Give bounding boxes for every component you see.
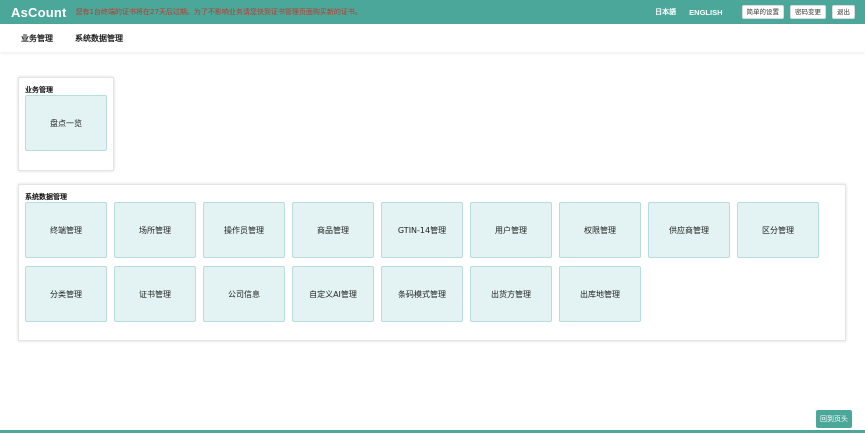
system-data-panel-title: 系统数据管理 xyxy=(25,193,67,201)
tile-company-info[interactable]: 公司信息 xyxy=(203,266,285,322)
top-bar: AsCount 您有1台终端的证书将在27天后过期。为了不影响业务请您快到证书管… xyxy=(0,0,865,24)
simple-settings-button[interactable]: 简单的设置 xyxy=(741,5,784,19)
business-panel-title: 业务管理 xyxy=(25,86,53,94)
back-to-top-button[interactable]: 回到页头 xyxy=(816,410,852,428)
tile-label: 用户管理 xyxy=(495,225,527,235)
tile-user-management[interactable]: 用户管理 xyxy=(470,202,552,258)
tile-permission-management[interactable]: 权限管理 xyxy=(559,202,641,258)
tile-label: 条码模式管理 xyxy=(398,289,446,299)
tile-barcode-pattern-management[interactable]: 条码模式管理 xyxy=(381,266,463,322)
logout-button[interactable]: 退出 xyxy=(832,5,855,19)
business-panel: 业务管理 盘点一览 xyxy=(18,77,114,171)
system-data-panel: 系统数据管理 终端管理 场所管理 操作员管理 商品管理 GTIN-14管理 用户… xyxy=(18,184,846,341)
tile-division-management[interactable]: 区分管理 xyxy=(737,202,819,258)
tile-label: 供应商管理 xyxy=(669,225,709,235)
tile-location-management[interactable]: 场所管理 xyxy=(114,202,196,258)
tile-label: 自定义AI管理 xyxy=(309,289,357,299)
tile-shipping-destination-management[interactable]: 出库地管理 xyxy=(559,266,641,322)
tile-category-management[interactable]: 分类管理 xyxy=(25,266,107,322)
language-english-link[interactable]: ENGLISH xyxy=(689,8,722,17)
tile-label: 终端管理 xyxy=(50,225,82,235)
tile-gtin14-management[interactable]: GTIN-14管理 xyxy=(381,202,463,258)
nav-item-system-data[interactable]: 系统数据管理 xyxy=(75,33,123,44)
tile-label: 场所管理 xyxy=(139,225,171,235)
app-logo[interactable]: AsCount xyxy=(11,5,67,20)
tile-custom-ai-management[interactable]: 自定义AI管理 xyxy=(292,266,374,322)
tile-label: 出库地管理 xyxy=(580,289,620,299)
tile-shipper-management[interactable]: 出货方管理 xyxy=(470,266,552,322)
tile-certificate-management[interactable]: 证书管理 xyxy=(114,266,196,322)
tile-label: 盘点一览 xyxy=(50,118,82,128)
tile-operator-management[interactable]: 操作员管理 xyxy=(203,202,285,258)
tile-label: 出货方管理 xyxy=(491,289,531,299)
tile-inventory-list[interactable]: 盘点一览 xyxy=(25,95,107,151)
tile-supplier-management[interactable]: 供应商管理 xyxy=(648,202,730,258)
tile-label: 商品管理 xyxy=(317,225,349,235)
tile-label: 操作员管理 xyxy=(224,225,264,235)
tile-terminal-management[interactable]: 终端管理 xyxy=(25,202,107,258)
main-nav: 业务管理 系统数据管理 xyxy=(0,24,865,52)
tile-label: 区分管理 xyxy=(762,225,794,235)
tile-product-management[interactable]: 商品管理 xyxy=(292,202,374,258)
change-password-button[interactable]: 密码变更 xyxy=(790,5,826,19)
language-japanese-link[interactable]: 日本語 xyxy=(655,7,676,17)
top-bar-actions: 日本語 ENGLISH 简单的设置 密码变更 退出 xyxy=(655,0,855,24)
tile-label: 证书管理 xyxy=(139,289,171,299)
tile-label: 公司信息 xyxy=(228,289,260,299)
tile-label: 权限管理 xyxy=(584,225,616,235)
nav-item-business[interactable]: 业务管理 xyxy=(21,33,53,44)
tile-label: GTIN-14管理 xyxy=(397,225,447,235)
tile-label: 分类管理 xyxy=(50,289,82,299)
certificate-expiry-notice: 您有1台终端的证书将在27天后过期。为了不影响业务请您快到证书管理页面购买新的证… xyxy=(75,8,362,16)
